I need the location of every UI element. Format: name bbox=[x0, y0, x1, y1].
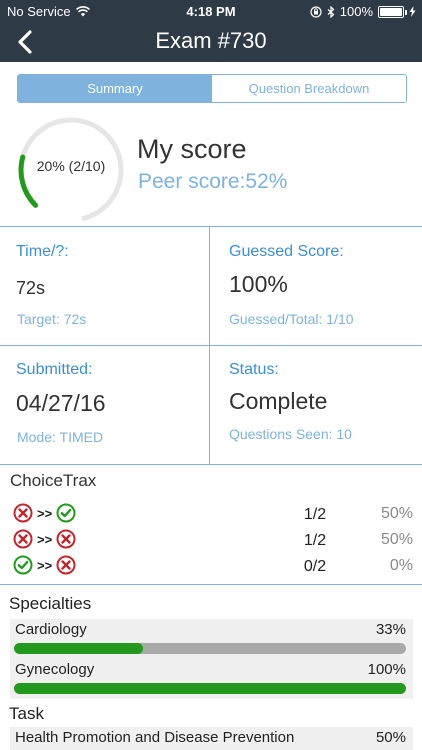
correct-answer-icon bbox=[13, 555, 33, 575]
wrong-answer-icon bbox=[56, 529, 76, 549]
divider bbox=[0, 584, 422, 585]
choicetrax-fraction: 1/2 bbox=[303, 532, 327, 549]
choicetrax-percent: 50% bbox=[380, 531, 413, 548]
time-title: Time/?: bbox=[16, 243, 69, 260]
status-value: Complete bbox=[229, 388, 328, 414]
tab-summary[interactable]: Summary bbox=[18, 75, 212, 102]
battery-percent: 100% bbox=[339, 4, 373, 19]
task-title: Task bbox=[9, 704, 44, 723]
nav-bar: Exam #730 bbox=[0, 22, 422, 62]
specialty-row[interactable]: Gynecology 100% bbox=[10, 659, 413, 699]
page-title: Exam #730 bbox=[155, 28, 267, 53]
wrong-answer-icon bbox=[13, 529, 33, 549]
choicetrax-row: >> 1/2 50% bbox=[0, 503, 422, 525]
choicetrax-fraction: 1/2 bbox=[303, 506, 327, 523]
time-value: 72s bbox=[16, 278, 46, 298]
choicetrax-title: ChoiceTrax bbox=[10, 471, 97, 490]
choicetrax-percent: 0% bbox=[389, 557, 413, 574]
choicetrax-fraction: 0/2 bbox=[303, 558, 327, 575]
progress-fill bbox=[14, 643, 144, 654]
choicetrax-icons: >> bbox=[13, 555, 76, 575]
tab-question-breakdown[interactable]: Question Breakdown bbox=[212, 75, 406, 102]
progress-track bbox=[14, 683, 406, 694]
progress-percent: 33% bbox=[375, 621, 406, 638]
choicetrax-percent: 50% bbox=[380, 505, 413, 522]
time-target: Target: 72s bbox=[17, 311, 87, 327]
choicetrax-arrow: >> bbox=[37, 531, 53, 547]
choicetrax-row: >> 0/2 0% bbox=[0, 555, 422, 577]
wrong-answer-icon bbox=[56, 555, 76, 575]
wrong-answer-icon bbox=[13, 503, 33, 523]
progress-percent: 50% bbox=[375, 729, 406, 746]
progress-percent: 100% bbox=[367, 661, 406, 678]
specialties-title: Specialties bbox=[9, 594, 92, 613]
battery-icon bbox=[378, 5, 407, 18]
progress-track bbox=[14, 643, 406, 654]
guessed-title: Guessed Score: bbox=[229, 243, 344, 260]
score-section: 20% (2/10) My score Peer score:52% bbox=[0, 110, 422, 226]
task-row[interactable]: Health Promotion and Disease Prevention 5… bbox=[10, 727, 413, 750]
guessed-total: Guessed/Total: 1/10 bbox=[229, 311, 354, 327]
orientation-lock-icon bbox=[310, 5, 322, 18]
specialty-row[interactable]: Cardiology 33% bbox=[10, 619, 413, 659]
peer-score-value: 52% bbox=[245, 170, 288, 193]
progress-name: Cardiology bbox=[15, 621, 87, 638]
submitted-title: Submitted: bbox=[16, 361, 93, 378]
status-title: Status: bbox=[229, 361, 279, 378]
choicetrax-icons: >> bbox=[13, 503, 76, 523]
divider bbox=[0, 464, 422, 465]
progress-name: Gynecology bbox=[15, 661, 95, 678]
bluetooth-icon bbox=[327, 5, 335, 18]
progress-name: Health Promotion and Disease Prevention bbox=[15, 729, 295, 746]
correct-answer-icon bbox=[56, 503, 76, 523]
progress-fill bbox=[14, 683, 406, 694]
guessed-value: 100% bbox=[229, 271, 288, 297]
status-bar: No Service 4:18 PM 100% bbox=[0, 0, 422, 22]
peer-score-label: Peer score: bbox=[138, 170, 246, 193]
charging-icon bbox=[409, 6, 416, 17]
choicetrax-arrow: >> bbox=[37, 557, 53, 573]
choicetrax-icons: >> bbox=[13, 529, 76, 549]
choicetrax-row: >> 1/2 50% bbox=[0, 529, 422, 551]
score-gauge-label: 20% (2/10) bbox=[36, 158, 106, 174]
peer-score: Peer score:52% bbox=[138, 170, 287, 194]
tab-bar: Summary Question Breakdown bbox=[17, 74, 407, 103]
my-score-label: My score bbox=[137, 134, 247, 164]
submitted-value: 04/27/16 bbox=[16, 390, 106, 416]
questions-seen: Questions Seen: 10 bbox=[229, 426, 352, 442]
choicetrax-arrow: >> bbox=[37, 505, 53, 521]
mode-label: Mode: TIMED bbox=[17, 429, 104, 445]
divider bbox=[0, 226, 422, 227]
divider bbox=[0, 345, 422, 346]
status-right: 100% bbox=[310, 4, 416, 19]
